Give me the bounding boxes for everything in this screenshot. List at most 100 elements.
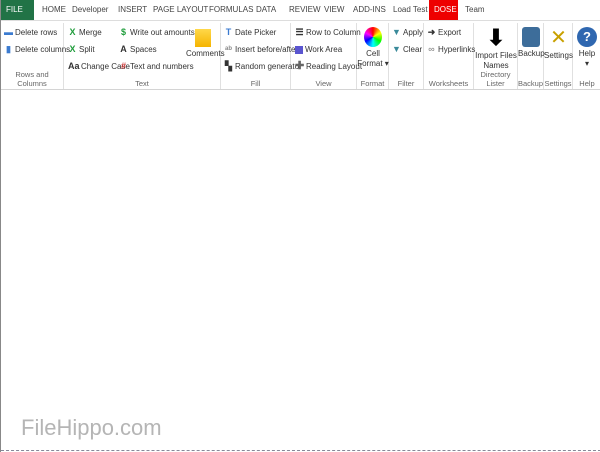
apply-filter-button[interactable]: ▼ Apply [392,27,424,38]
label: Spaces [130,45,157,54]
group-view: ☰ Row to Column Work Area ✚ Reading Layout… [291,23,362,89]
text-and-numbers-button[interactable]: # Text and numbers [119,61,194,72]
split-icon: X [69,44,76,54]
label: Apply [403,28,424,37]
label: Split [79,45,95,54]
clear-filter-button[interactable]: ▼ Clear [392,44,423,55]
work-area-button[interactable]: Work Area [295,45,342,54]
calendar-icon: T [225,27,232,37]
group-rows-columns: ▬ Delete rows ▮ Delete columns Rows and Co… [1,23,70,89]
delete-columns-icon: ▮ [6,44,11,54]
group-worksheets: ➜ Export ∞ Hyperlinks Worksheets [424,23,476,89]
settings-button[interactable]: ✕ Settings [544,27,573,61]
group-backup: Backup Backup [518,23,545,89]
row-to-column-button[interactable]: ☰ Row to Column [295,27,361,38]
group-label: Filter [397,79,415,88]
group-label: Worksheets [428,79,469,88]
work-area-icon [295,45,303,54]
label: Merge [79,28,102,37]
insert-before-after-button[interactable]: ab Insert before/after [224,45,298,54]
dollar-icon: $ [120,27,126,37]
link-icon: ∞ [428,44,435,54]
group-label: Backup [518,79,544,88]
group-label: Rows and Columns [15,70,49,88]
tab-file[interactable]: FILE [1,0,34,20]
group-label: Fill [250,79,261,88]
label: Insert before/after [235,45,299,54]
tab-load-test[interactable]: Load Test [388,0,433,20]
group-label: Help [579,79,595,88]
label: Import Files [475,51,517,60]
spaces-button[interactable]: A Spaces [119,44,157,55]
hyperlinks-button[interactable]: ∞ Hyperlinks [427,44,476,55]
write-out-amounts-button[interactable]: $ Write out amounts [119,27,195,38]
text-numbers-icon: # [120,61,126,71]
tab-insert[interactable]: INSERT [113,0,152,20]
delete-columns-button[interactable]: ▮ Delete columns [4,44,71,55]
group-directory-lister: ⬇ Import Files Names Directory Lister [474,23,518,89]
label: Export [438,28,462,37]
label: Format [357,59,383,68]
delete-rows-icon: ▬ [4,27,13,37]
label: Row to Column [306,28,361,37]
label: Cell [366,49,380,58]
watermark: FileHippo.com [21,415,162,440]
group-label: Directory Lister [480,70,511,88]
import-file-names-button[interactable]: ⬇ Import Files Names [474,27,518,71]
plus-icon: ✚ [295,60,305,72]
tab-view[interactable]: VIEW [319,0,349,20]
label: Comments [186,49,225,58]
label: Names [483,61,509,70]
help-icon: ? [577,27,597,47]
group-help: ? Help ▾ Help [573,23,600,89]
arrow-right-icon: ➜ [427,27,436,37]
filter-icon: ▼ [392,44,401,54]
label: Work Area [305,45,343,54]
merge-button[interactable]: X Merge [68,27,102,38]
date-picker-button[interactable]: T Date Picker [224,27,277,38]
ribbon-tabs: FILE HOME Developer INSERT PAGE LAYOUT F… [1,0,600,20]
help-button[interactable]: ? Help ▾ [573,27,600,69]
delete-rows-button[interactable]: ▬ Delete rows [4,27,58,38]
group-filter: ▼ Apply ▼ Clear Filter [389,23,424,89]
group-label: Text [135,79,149,88]
backup-button[interactable]: Backup [518,27,545,59]
group-settings: ✕ Settings Settings [544,23,573,89]
label: Clear [403,45,423,54]
tab-data[interactable]: DATA [251,0,281,20]
tab-home[interactable]: HOME [37,0,71,20]
label: Reading Layout [306,62,363,71]
tab-team[interactable]: Team [460,0,490,20]
label: Delete rows [15,28,58,37]
list-icon: ☰ [295,27,304,37]
label: Date Picker [235,28,277,37]
split-button[interactable]: X Split [68,44,95,55]
comment-icon [195,29,211,47]
group-text: X Merge X Split Aa Change Case $ Write out a… [64,23,225,89]
merge-icon: X [69,27,76,37]
spaces-icon: A [120,44,127,54]
label: Help [578,49,596,58]
comments-button[interactable]: Comments [186,28,225,59]
filter-icon: ▼ [392,27,401,37]
group-label: View [315,79,332,88]
group-fill: T Date Picker ab Insert before/after ▚ Rand… [221,23,302,89]
label: Delete columns [15,45,71,54]
cell-format-button[interactable]: Cell Format ▾ [357,27,389,69]
export-button[interactable]: ➜ Export [427,27,462,38]
group-label: Settings [544,79,572,88]
backup-icon [522,27,540,47]
reading-layout-button[interactable]: ✚ Reading Layout [295,60,363,72]
label: Settings [544,51,573,60]
ribbon: ▬ Delete rows ▮ Delete columns Rows and Co… [1,20,600,90]
tab-add-ins[interactable]: ADD-INS [348,0,391,20]
change-case-icon: Aa [68,61,80,71]
color-wheel-icon [364,27,382,47]
tab-developer[interactable]: Developer [67,0,113,20]
label: Backup [518,49,545,58]
dice-icon: ▚ [225,61,232,71]
group-format: Cell Format ▾ Format [357,23,389,89]
label: Hyperlinks [438,45,476,54]
arrow-down-icon: ⬇ [486,25,506,50]
tab-dose[interactable]: DOSE [429,0,458,20]
